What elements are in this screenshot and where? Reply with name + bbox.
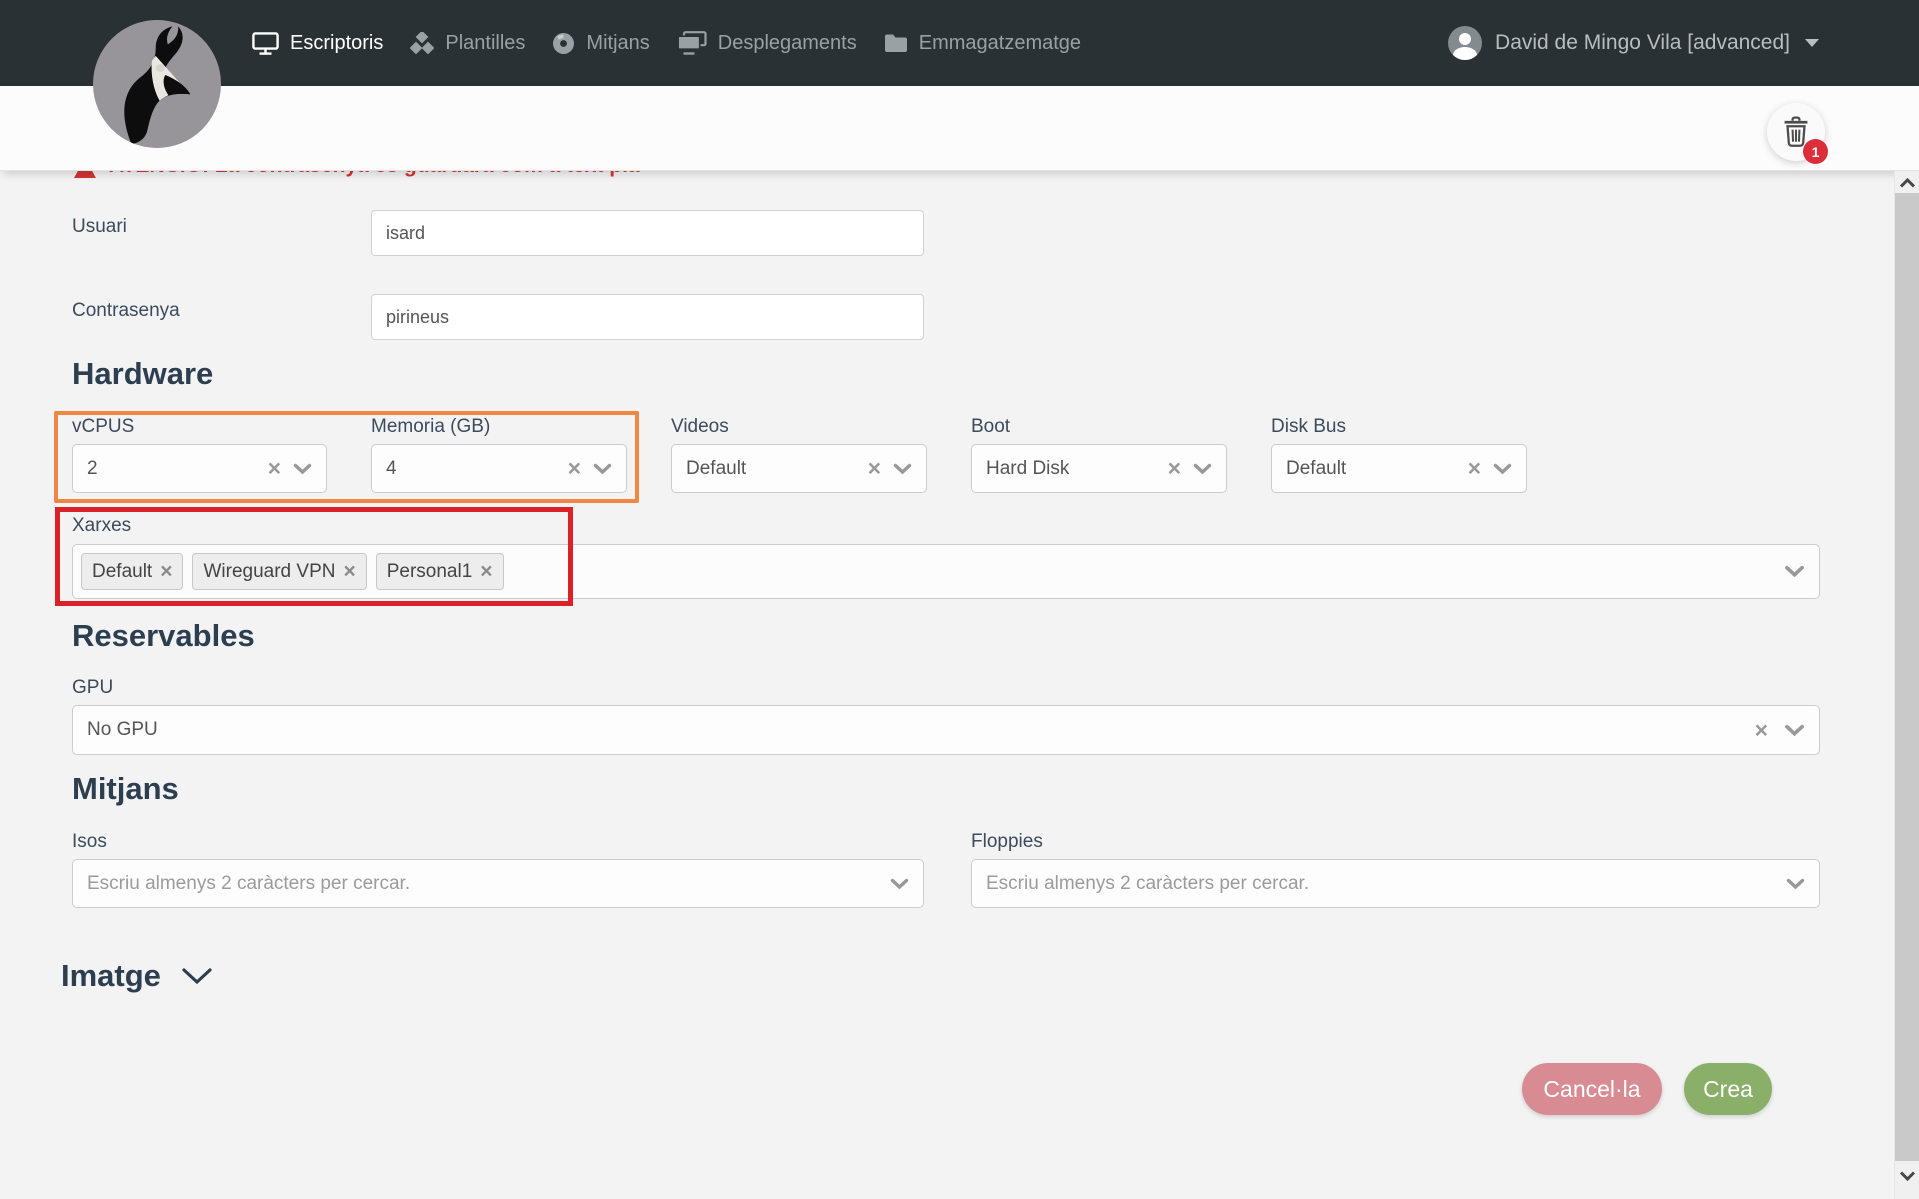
clear-icon[interactable]: × <box>268 457 281 480</box>
deployments-icon <box>677 31 707 55</box>
chevron-down-icon <box>1784 565 1805 578</box>
videos-label: Videos <box>671 416 729 438</box>
usuari-input[interactable] <box>371 210 924 256</box>
contrasenya-label: Contrasenya <box>72 300 180 322</box>
chevron-down-icon <box>181 967 213 985</box>
nav-label: Escriptoris <box>290 32 383 55</box>
memoria-value: 4 <box>386 458 562 480</box>
diskbus-value: Default <box>1286 458 1462 480</box>
memoria-label: Memoria (GB) <box>371 416 490 438</box>
clear-icon[interactable]: × <box>1755 719 1768 742</box>
isos-placeholder: Escriu almenys 2 caràcters per cercar. <box>87 873 890 895</box>
imatge-section-toggle[interactable]: Imatge <box>61 958 213 994</box>
trash-button[interactable]: 1 <box>1767 103 1825 161</box>
vcpus-label: vCPUS <box>72 416 134 438</box>
chevron-down-icon <box>593 463 612 475</box>
monitor-icon <box>252 32 279 55</box>
network-tag: Personal1 × <box>376 553 504 590</box>
page-header: 1 <box>0 86 1919 171</box>
nav-item-emmagatzematge[interactable]: Emmagatzematge <box>884 32 1081 55</box>
boot-value: Hard Disk <box>986 458 1162 480</box>
clear-icon[interactable]: × <box>1168 457 1181 480</box>
chevron-down-icon <box>1193 463 1212 475</box>
user-name: David de Mingo Vila [advanced] <box>1495 31 1790 55</box>
network-tag: Wireguard VPN × <box>192 553 366 590</box>
diskbus-label: Disk Bus <box>1271 416 1346 438</box>
templates-icon <box>410 32 434 54</box>
chevron-down-icon <box>890 878 909 890</box>
chevron-down-icon <box>1493 463 1512 475</box>
isard-head-icon <box>93 20 221 148</box>
diskbus-select[interactable]: Default × <box>1271 444 1527 493</box>
remove-tag-icon[interactable]: × <box>343 561 355 582</box>
floppies-label: Floppies <box>971 831 1043 853</box>
remove-tag-icon[interactable]: × <box>480 561 492 582</box>
clear-icon[interactable]: × <box>868 457 881 480</box>
form-content: ATENCIÓ! La contrasenya es guardarà com … <box>0 0 1919 1199</box>
tag-label: Default <box>92 561 152 583</box>
isos-select[interactable]: Escriu almenys 2 caràcters per cercar. <box>72 859 924 908</box>
clear-icon[interactable]: × <box>1468 457 1481 480</box>
nav-label: Plantilles <box>445 32 525 55</box>
gpu-value: No GPU <box>87 719 1749 741</box>
user-avatar-icon <box>1448 26 1482 60</box>
vcpus-select[interactable]: 2 × <box>72 444 327 493</box>
tag-label: Wireguard VPN <box>203 561 335 583</box>
reservables-heading: Reservables <box>72 618 255 654</box>
vertical-scrollbar[interactable] <box>1894 171 1919 1199</box>
chevron-down-icon <box>1784 724 1805 737</box>
disc-icon <box>552 32 575 55</box>
boot-select[interactable]: Hard Disk × <box>971 444 1227 493</box>
floppies-select[interactable]: Escriu almenys 2 caràcters per cercar. <box>971 859 1820 908</box>
cancel-button[interactable]: Cancel·la <box>1522 1063 1662 1115</box>
isardvdi-create-desktop-screen: ATENCIÓ! La contrasenya es guardarà com … <box>0 0 1919 1199</box>
nav-label: Desplegaments <box>718 32 857 55</box>
isardvdi-logo[interactable] <box>93 20 221 148</box>
hardware-heading: Hardware <box>72 356 213 392</box>
main-navbar: Escriptoris Plantilles Mitjans <box>0 0 1919 86</box>
user-menu[interactable]: David de Mingo Vila [advanced] <box>1448 0 1819 86</box>
isos-label: Isos <box>72 831 107 853</box>
trash-count-badge: 1 <box>1803 139 1828 164</box>
scroll-up-icon[interactable] <box>1898 176 1917 190</box>
contrasenya-input[interactable] <box>371 294 924 340</box>
mitjans-heading: Mitjans <box>72 771 179 807</box>
nav-menu: Escriptoris Plantilles Mitjans <box>252 0 1081 86</box>
folder-icon <box>884 33 908 53</box>
nav-label: Emmagatzematge <box>919 32 1081 55</box>
boot-label: Boot <box>971 416 1010 438</box>
usuari-label: Usuari <box>72 216 127 238</box>
nav-label: Mitjans <box>586 32 649 55</box>
nav-item-mitjans[interactable]: Mitjans <box>552 32 649 55</box>
chevron-down-icon <box>1786 878 1805 890</box>
gpu-label: GPU <box>72 677 113 699</box>
videos-value: Default <box>686 458 862 480</box>
xarxes-select[interactable]: Default × Wireguard VPN × Personal1 × <box>72 544 1820 599</box>
nav-item-desplegaments[interactable]: Desplegaments <box>677 31 857 55</box>
xarxes-tags: Default × Wireguard VPN × Personal1 × <box>81 553 1784 590</box>
floppies-placeholder: Escriu almenys 2 caràcters per cercar. <box>986 873 1786 895</box>
network-tag: Default × <box>81 553 183 590</box>
scroll-down-icon[interactable] <box>1898 1169 1917 1183</box>
remove-tag-icon[interactable]: × <box>160 561 172 582</box>
videos-select[interactable]: Default × <box>671 444 927 493</box>
nav-item-plantilles[interactable]: Plantilles <box>410 32 525 55</box>
create-button[interactable]: Crea <box>1684 1063 1772 1115</box>
caret-down-icon <box>1805 39 1819 47</box>
gpu-select[interactable]: No GPU × <box>72 705 1820 755</box>
clear-icon[interactable]: × <box>568 457 581 480</box>
chevron-down-icon <box>293 463 312 475</box>
scrollbar-thumb[interactable] <box>1895 193 1919 1161</box>
nav-item-escriptoris[interactable]: Escriptoris <box>252 32 383 55</box>
tag-label: Personal1 <box>387 561 473 583</box>
xarxes-label: Xarxes <box>72 515 131 537</box>
imatge-heading: Imatge <box>61 958 161 994</box>
memoria-select[interactable]: 4 × <box>371 444 627 493</box>
chevron-down-icon <box>893 463 912 475</box>
vcpus-value: 2 <box>87 458 262 480</box>
